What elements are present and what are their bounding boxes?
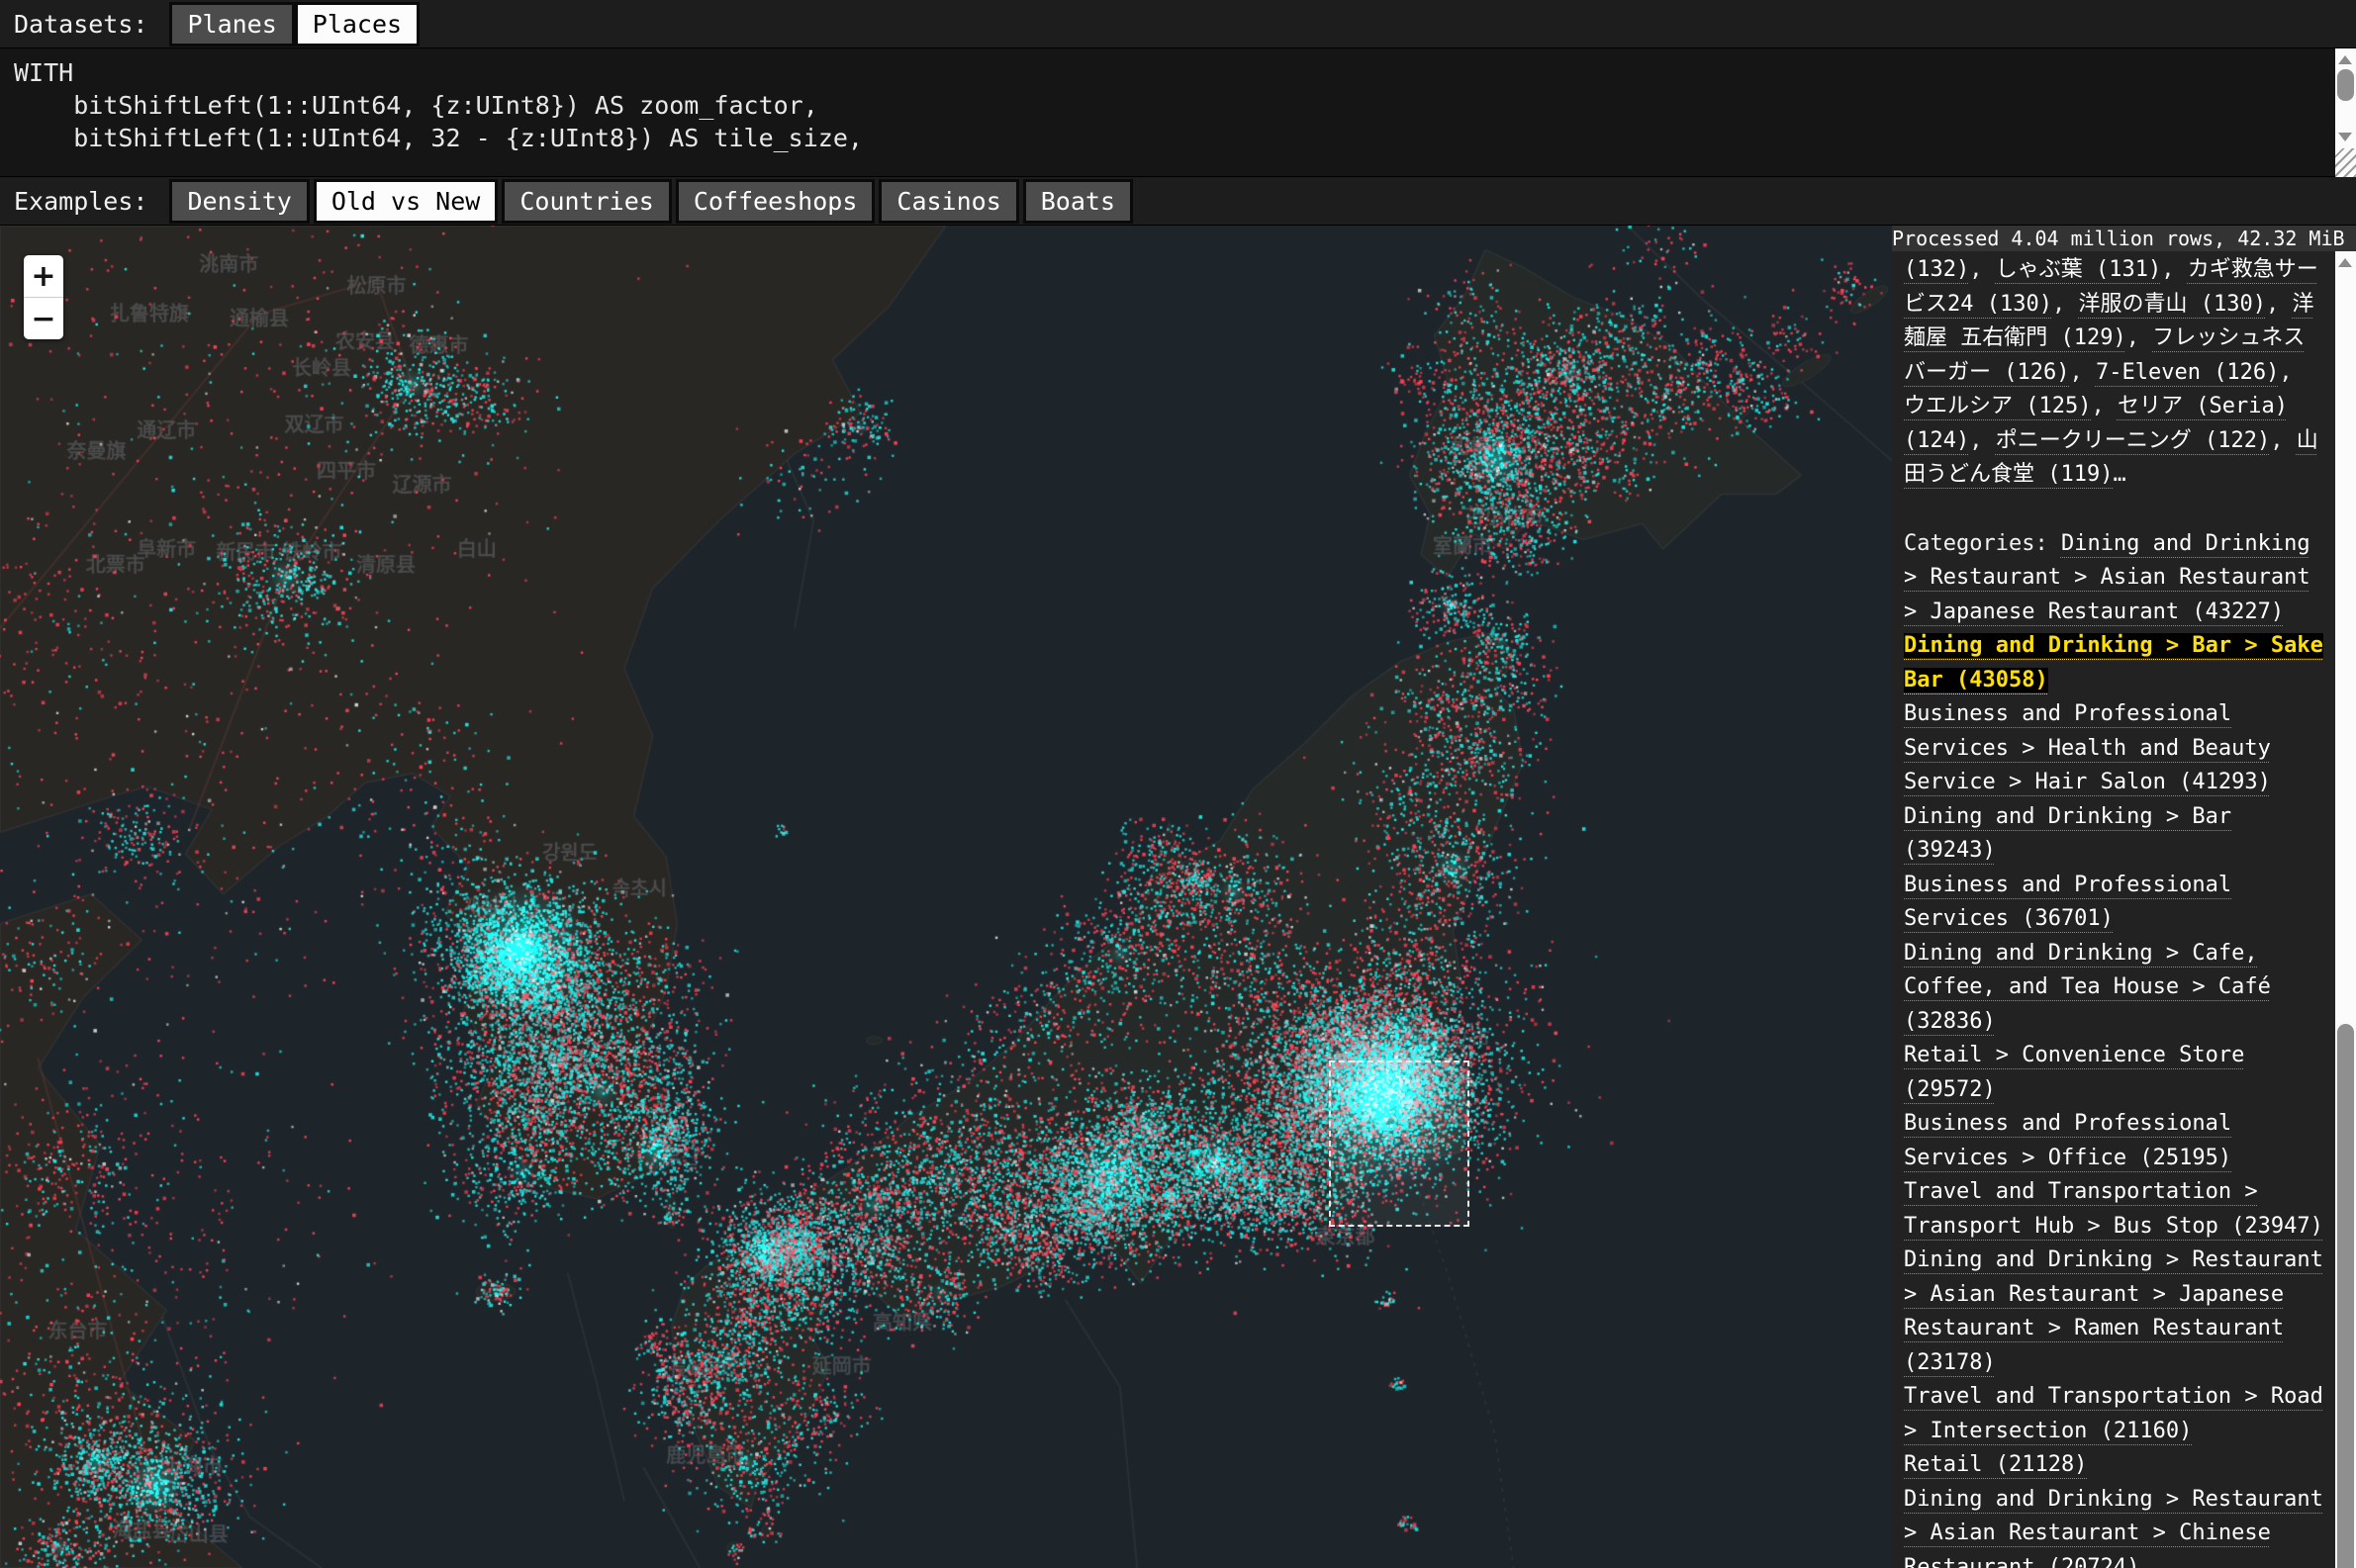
category-link[interactable]: Retail (21128) bbox=[1904, 1452, 2087, 1477]
example-button-casinos[interactable]: Casinos bbox=[879, 179, 1018, 224]
scroll-up-icon[interactable] bbox=[2338, 55, 2352, 64]
examples-label: Examples: bbox=[14, 187, 147, 216]
name-link[interactable]: 7-Eleven (126) bbox=[2096, 360, 2279, 385]
example-button-old-vs-new[interactable]: Old vs New bbox=[314, 179, 499, 224]
page-scrollbar-thumb[interactable] bbox=[2337, 1024, 2354, 1568]
name-link[interactable]: ウエルシア (125) bbox=[1904, 394, 2091, 418]
example-button-countries[interactable]: Countries bbox=[502, 179, 671, 224]
name-link[interactable]: ポニークリーニング (122) bbox=[1996, 428, 2270, 453]
category-link[interactable]: Dining and Drinking > Restaurant > Asian… bbox=[1904, 1247, 2323, 1375]
category-link[interactable]: Retail > Convenience Store (29572) bbox=[1904, 1043, 2244, 1102]
top-names-list: (132), しゃぶ葉 (131), カギ救急サービス24 (130), 洋服の… bbox=[1904, 253, 2325, 493]
sql-query-text[interactable]: WITH bitShiftLeft(1::UInt64, {z:UInt8}) … bbox=[0, 48, 2356, 154]
category-link-selected[interactable]: Dining and Drinking > Bar > Sake Bar (43… bbox=[1904, 633, 2323, 692]
category-link[interactable]: Business and Professional Services > Off… bbox=[1904, 1111, 2231, 1170]
example-button-boats[interactable]: Boats bbox=[1023, 179, 1133, 224]
dataset-button-places[interactable]: Places bbox=[295, 2, 420, 46]
resize-grip-icon[interactable] bbox=[2335, 148, 2356, 177]
dataset-button-planes[interactable]: Planes bbox=[169, 2, 294, 46]
example-button-density[interactable]: Density bbox=[169, 179, 309, 224]
categories-label: Categories: bbox=[1904, 531, 2061, 556]
sql-scrollbar-thumb[interactable] bbox=[2337, 69, 2354, 101]
scroll-up-icon[interactable] bbox=[2338, 258, 2352, 267]
map-container[interactable]: + − bbox=[0, 226, 1892, 1568]
category-link[interactable]: Travel and Transportation > Transport Hu… bbox=[1904, 1179, 2323, 1239]
scroll-down-icon[interactable] bbox=[2338, 133, 2352, 141]
name-link[interactable]: 洋服の青山 (130) bbox=[2078, 292, 2265, 317]
category-link[interactable]: Dining and Drinking > Restaurant > Asian… bbox=[1904, 1487, 2323, 1568]
name-link[interactable]: (132) bbox=[1904, 257, 1969, 282]
categories-list: Categories: Dining and Drinking > Restau… bbox=[1904, 527, 2325, 1568]
page-scrollbar[interactable] bbox=[2335, 251, 2356, 1568]
map-selection-box[interactable] bbox=[1329, 1061, 1469, 1227]
sql-editor-scrollbar[interactable] bbox=[2335, 48, 2356, 148]
category-link[interactable]: Dining and Drinking > Cafe, Coffee, and … bbox=[1904, 941, 2271, 1034]
zoom-out-button[interactable]: − bbox=[24, 298, 63, 339]
examples-bar: Examples: DensityOld vs NewCountriesCoff… bbox=[0, 177, 2356, 226]
category-link[interactable]: Business and Professional Services > Hea… bbox=[1904, 701, 2271, 794]
category-link[interactable]: Business and Professional Services (3670… bbox=[1904, 873, 2231, 932]
results-sidebar: (132), しゃぶ葉 (131), カギ救急サービス24 (130), 洋服の… bbox=[1892, 251, 2335, 1568]
datasets-label: Datasets: bbox=[14, 10, 147, 39]
map-canvas[interactable] bbox=[0, 226, 1892, 1568]
datasets-bar: Datasets: PlanesPlaces bbox=[0, 0, 2356, 48]
zoom-in-button[interactable]: + bbox=[24, 255, 63, 298]
status-bar: Processed 4.04 million rows, 42.32 MiB bbox=[1892, 226, 2356, 251]
category-link[interactable]: Dining and Drinking > Bar (39243) bbox=[1904, 804, 2231, 864]
datasets-button-group: PlanesPlaces bbox=[169, 2, 420, 46]
sql-editor[interactable]: WITH bitShiftLeft(1::UInt64, {z:UInt8}) … bbox=[0, 48, 2356, 177]
name-link[interactable]: しゃぶ葉 (131) bbox=[1996, 257, 2161, 282]
examples-button-group: DensityOld vs NewCountriesCoffeeshopsCas… bbox=[169, 179, 1137, 224]
category-link[interactable]: Travel and Transportation > Road > Inter… bbox=[1904, 1384, 2323, 1443]
example-button-coffeeshops[interactable]: Coffeeshops bbox=[676, 179, 876, 224]
map-zoom-control: + − bbox=[24, 255, 63, 339]
